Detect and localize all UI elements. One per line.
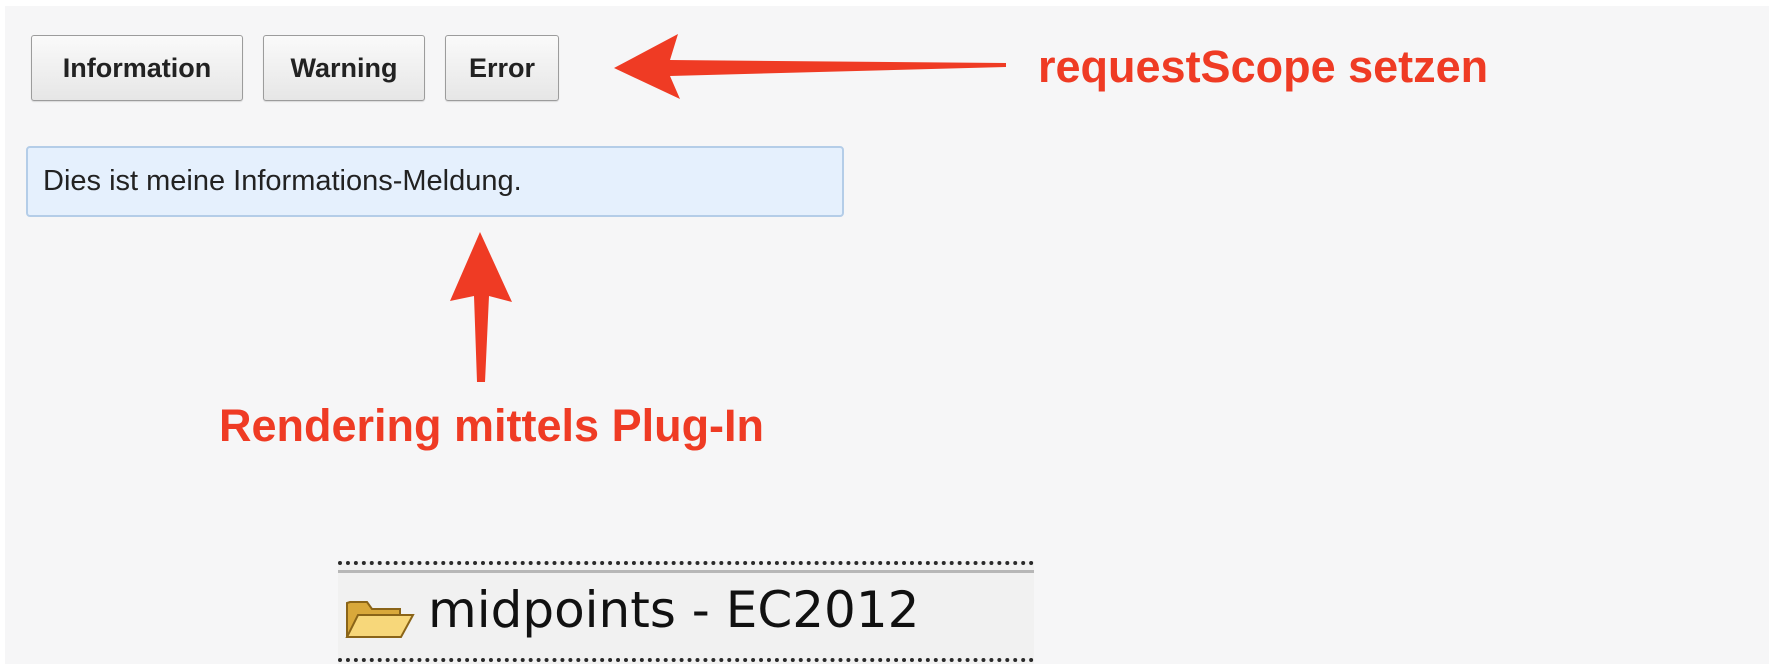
project-explorer-item[interactable]: midpoints - EC2012 <box>338 561 1034 664</box>
arrow-to-message <box>450 232 512 382</box>
annotation-request-scope: requestScope setzen <box>1038 41 1489 92</box>
arrow-to-buttons <box>614 34 1006 99</box>
dotted-border-bottom <box>338 658 1034 662</box>
annotation-rendering: Rendering mittels Plug-In <box>219 400 765 451</box>
divider <box>338 570 1034 573</box>
project-name: midpoints - EC2012 <box>428 581 920 639</box>
open-folder-icon <box>345 601 415 638</box>
dotted-border-top <box>338 561 1034 565</box>
